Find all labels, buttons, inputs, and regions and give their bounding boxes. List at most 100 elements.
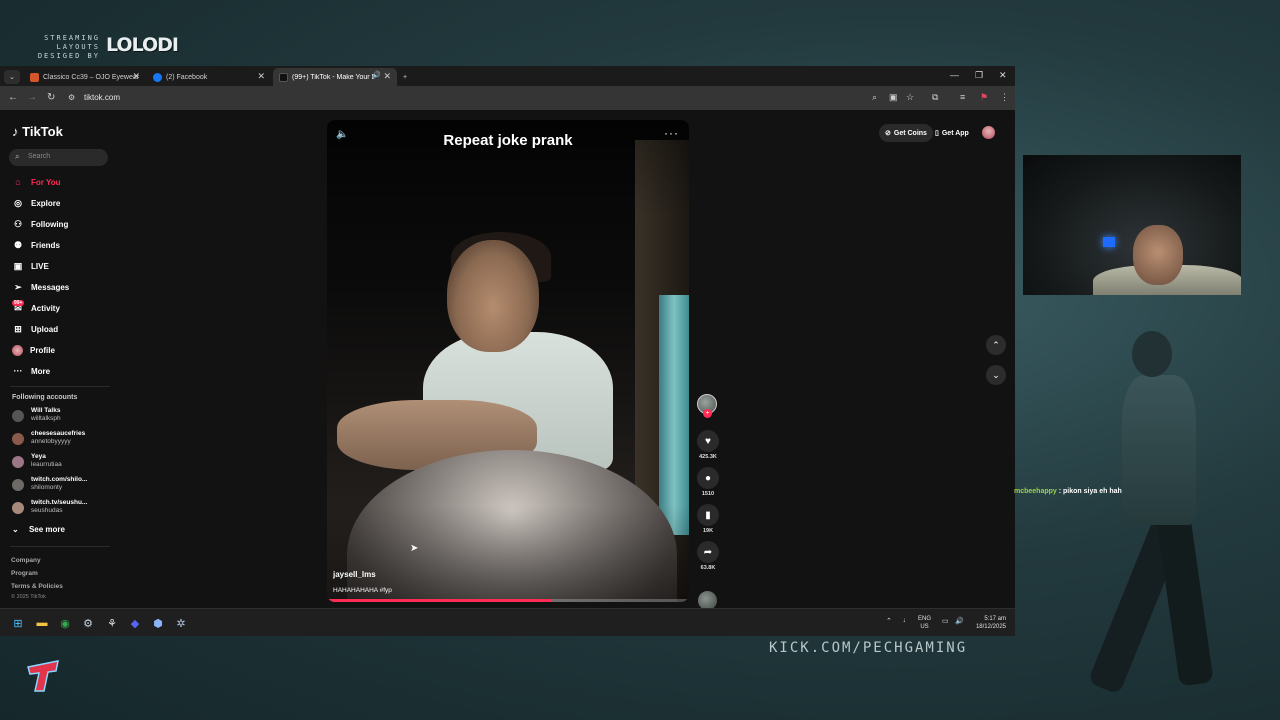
previous-video-button[interactable]: ⌃ (986, 335, 1006, 355)
microphone-icon[interactable]: ♩ (903, 617, 910, 624)
close-window-icon[interactable]: ✕ (999, 70, 1007, 81)
account-name: Yeya (31, 453, 46, 460)
get-app-button[interactable]: ▯ Get App (929, 124, 975, 142)
close-icon[interactable]: ✕ (257, 71, 265, 82)
discord-icon[interactable]: ◆ (127, 615, 143, 631)
footer-program[interactable]: Program (11, 570, 38, 577)
chrome-icon[interactable]: ◉ (57, 615, 73, 631)
app-icon[interactable]: ⚘ (104, 615, 120, 631)
tab-title: (99+) TikTok - Make Your Da... (292, 73, 374, 81)
video-title: Repeat joke prank (443, 132, 573, 149)
media-icon[interactable]: ≡ (960, 92, 965, 102)
region-code: US (920, 624, 929, 630)
webcam-scene (1133, 225, 1183, 285)
account-handle: willtalksph (31, 415, 61, 422)
close-icon[interactable]: ✕ (383, 71, 391, 82)
back-icon[interactable]: ← (8, 92, 18, 103)
extensions-icon[interactable]: ⧉ (932, 92, 938, 103)
overlay-art-part (1156, 513, 1214, 687)
avatar (12, 456, 24, 468)
following-account[interactable]: cheesesaucefries annetobyyyyy (12, 430, 112, 450)
activity-badge: 99+ (12, 300, 25, 306)
reload-icon[interactable]: ↻ (47, 92, 55, 103)
live-icon: ▣ (13, 260, 23, 271)
tab-facebook[interactable]: (2) Facebook ✕ (147, 68, 271, 86)
tiktok-logo-text: TikTok (22, 124, 63, 139)
close-icon[interactable]: ✕ (132, 71, 140, 82)
tiktok-logo[interactable]: ♪ TikTok (12, 124, 63, 139)
nav-label: Following (31, 219, 69, 229)
nav-activity[interactable]: ✉ 99+ Activity (12, 300, 112, 316)
chevron-up-icon: ⌃ (992, 339, 1000, 350)
clock[interactable]: 5:17 am 18/12/2025 (968, 615, 1006, 631)
menu-icon[interactable]: ⋮ (1000, 92, 1009, 103)
nav-following[interactable]: ⚇ Following (12, 216, 112, 232)
windows-start-icon[interactable]: ⊞ (10, 615, 26, 631)
speaker-icon[interactable]: 🔊 (372, 71, 381, 79)
avatar (12, 410, 24, 422)
star-icon[interactable]: ☆ (906, 92, 914, 103)
video-author[interactable]: jaysell_lms (333, 570, 376, 579)
search-input[interactable]: ⌕ Search (9, 149, 108, 166)
network-icon[interactable]: ▭ (942, 617, 949, 625)
divider (10, 546, 110, 547)
next-video-button[interactable]: ⌄ (986, 365, 1006, 385)
cast-icon[interactable]: ▣ (889, 92, 898, 103)
volume-icon[interactable]: 🔊 (955, 617, 964, 625)
ojo-favicon-icon (30, 72, 39, 82)
following-account[interactable]: twitch.tv/seushu... seushudas (12, 499, 112, 519)
following-account[interactable]: Yeya leaurrutiaa (12, 453, 112, 473)
following-account[interactable]: Will Talks willtalksph (12, 407, 112, 427)
site-info-icon[interactable]: ⚙ (68, 93, 75, 102)
profile-avatar[interactable] (982, 126, 995, 139)
share-button[interactable]: ➦ (697, 541, 719, 563)
new-tab-button[interactable]: + (400, 68, 414, 86)
home-icon: ⌂ (15, 177, 21, 187)
save-button[interactable]: ▮ (697, 504, 719, 526)
tab-tiktok[interactable]: (99+) TikTok - Make Your Da... 🔊 ✕ (273, 68, 397, 86)
footer-terms[interactable]: Terms & Policies (11, 583, 63, 590)
app-icon[interactable]: ⬢ (150, 615, 166, 631)
language-indicator[interactable]: ENG US (918, 615, 931, 631)
nav-profile[interactable]: Profile (12, 342, 112, 358)
extension-pin-icon[interactable]: ⚑ (980, 92, 988, 103)
more-icon: ··· (13, 366, 23, 376)
tab-search-button[interactable]: ⌄ (4, 70, 20, 84)
see-more-button[interactable]: ⌄ See more (12, 525, 65, 534)
nav-live[interactable]: ▣ LIVE (12, 258, 112, 274)
nav-more[interactable]: ··· More (12, 363, 112, 379)
like-button[interactable]: ♥ (697, 430, 719, 452)
plus-square-icon: ⊞ (14, 323, 22, 334)
copyright: © 2025 TikTok (11, 594, 46, 600)
nav-messages[interactable]: ➢ Messages (12, 279, 112, 295)
tab-ojo-eyewear[interactable]: Classico Cc39 – OJO Eyewear ✕ (24, 68, 146, 86)
follow-plus-icon[interactable]: + (703, 409, 712, 418)
nav-label: Upload (31, 324, 59, 334)
url-field[interactable]: tiktok.com (84, 93, 120, 102)
get-coins-button[interactable]: ⊘ Get Coins (879, 124, 933, 142)
share-count: 63.8K (700, 565, 716, 571)
sound-avatar[interactable] (698, 591, 717, 608)
tray-chevron-icon[interactable]: ⌃ (886, 617, 892, 625)
nav-label: LIVE (31, 261, 49, 271)
zoom-icon[interactable]: ⌕ (872, 92, 877, 103)
nav-friends[interactable]: ⚉ Friends (12, 237, 112, 253)
account-handle: leaurrutiaa (31, 461, 62, 468)
restore-icon[interactable]: ❐ (975, 70, 983, 81)
following-account[interactable]: twitch.com/shilo... shilomonty (12, 476, 112, 496)
nav-for-you[interactable]: ⌂ For You (12, 174, 112, 190)
account-handle: annetobyyyyy (31, 438, 71, 445)
file-explorer-icon[interactable]: ▬ (34, 615, 50, 631)
comment-button[interactable]: ● (697, 467, 719, 489)
nav-upload[interactable]: ⊞ Upload (12, 321, 112, 337)
minimize-icon[interactable]: — (950, 70, 959, 80)
forward-icon[interactable]: → (27, 92, 37, 103)
steam-icon[interactable]: ⚙ (80, 615, 96, 631)
footer-company[interactable]: Company (11, 557, 41, 564)
nav-explore[interactable]: ◎ Explore (12, 195, 112, 211)
video-player[interactable]: 🔈 Repeat joke prank ··· jaysell_lms HAHA… (327, 120, 689, 602)
settings-icon[interactable]: ✲ (173, 615, 189, 631)
more-options-icon[interactable]: ··· (664, 126, 679, 140)
avatar (12, 433, 24, 445)
overlay-art-part (1122, 375, 1196, 525)
